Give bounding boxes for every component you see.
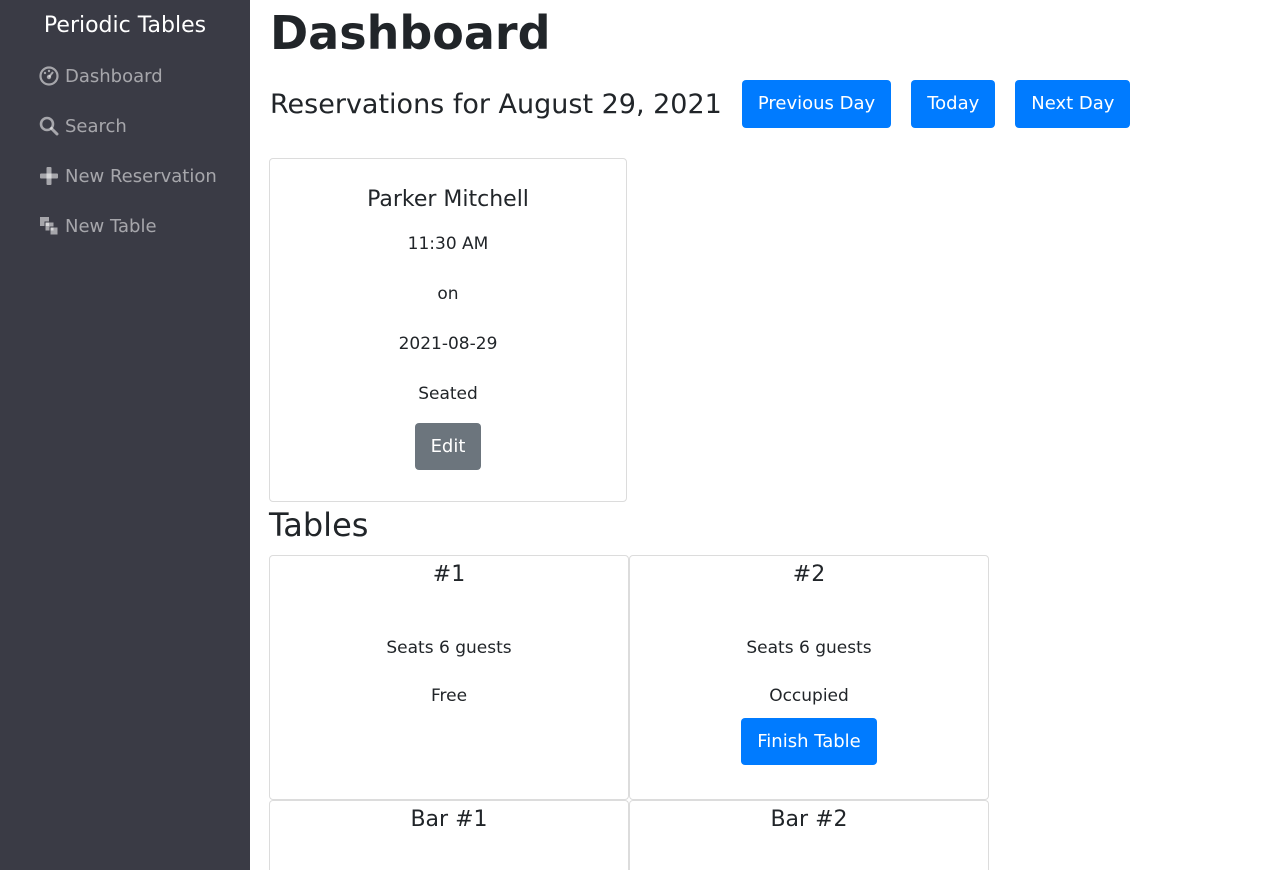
reservation-card: Parker Mitchell 11:30 AM on 2021-08-29 S… [269, 158, 627, 502]
table-name: #1 [432, 562, 466, 587]
reservation-date: 2021-08-29 [398, 334, 498, 354]
table-status: Free [430, 686, 468, 706]
reservation-name: Parker Mitchell [367, 187, 529, 212]
plus-icon [38, 165, 60, 187]
reservation-status: Seated [418, 384, 478, 404]
sidebar-item-label: Search [65, 115, 127, 137]
sidebar: Periodic Tables Dashboard Search New Res… [0, 0, 250, 870]
page-title: Dashboard [270, 6, 551, 60]
main-content: Dashboard Reservations for August 29, 20… [250, 0, 1269, 870]
table-name: #2 [792, 562, 826, 587]
reservations-date-heading: Reservations for August 29, 2021 [270, 88, 722, 120]
table-seats: Seats 6 guests [386, 638, 512, 658]
sidebar-item-dashboard[interactable]: Dashboard [0, 51, 250, 101]
brand-title[interactable]: Periodic Tables [0, 0, 250, 51]
sidebar-item-search[interactable]: Search [0, 101, 250, 151]
today-button[interactable]: Today [911, 80, 996, 128]
sidebar-item-new-table[interactable]: New Table [0, 201, 250, 251]
table-card: #2 Seats 6 guests Occupied Finish Table [629, 555, 989, 800]
edit-reservation-button[interactable]: Edit [414, 423, 482, 470]
previous-day-button[interactable]: Previous Day [741, 80, 892, 128]
sidebar-item-label: New Reservation [65, 165, 217, 187]
table-card: Bar #2 [629, 800, 989, 870]
sidebar-nav: Dashboard Search New Reservation New Tab… [0, 51, 250, 251]
finish-table-button[interactable]: Finish Table [741, 718, 877, 765]
sidebar-item-new-reservation[interactable]: New Reservation [0, 151, 250, 201]
next-day-button[interactable]: Next Day [1015, 80, 1131, 128]
layers-icon [38, 215, 60, 237]
table-name: Bar #1 [410, 807, 488, 832]
search-icon [38, 115, 60, 137]
dashboard-icon [38, 65, 60, 87]
table-card: Bar #1 [269, 800, 629, 870]
table-name: Bar #2 [770, 807, 848, 832]
tables-heading: Tables [269, 506, 369, 544]
sidebar-item-label: New Table [65, 215, 157, 237]
table-card: #1 Seats 6 guests Free [269, 555, 629, 800]
sidebar-item-label: Dashboard [65, 65, 163, 87]
date-controls: Reservations for August 29, 2021 Previou… [270, 80, 1269, 128]
table-seats: Seats 6 guests [746, 638, 872, 658]
app-root: Periodic Tables Dashboard Search New Res… [0, 0, 1269, 870]
reservation-time: 11:30 AM [407, 234, 489, 254]
reservation-on-label: on [437, 284, 459, 304]
